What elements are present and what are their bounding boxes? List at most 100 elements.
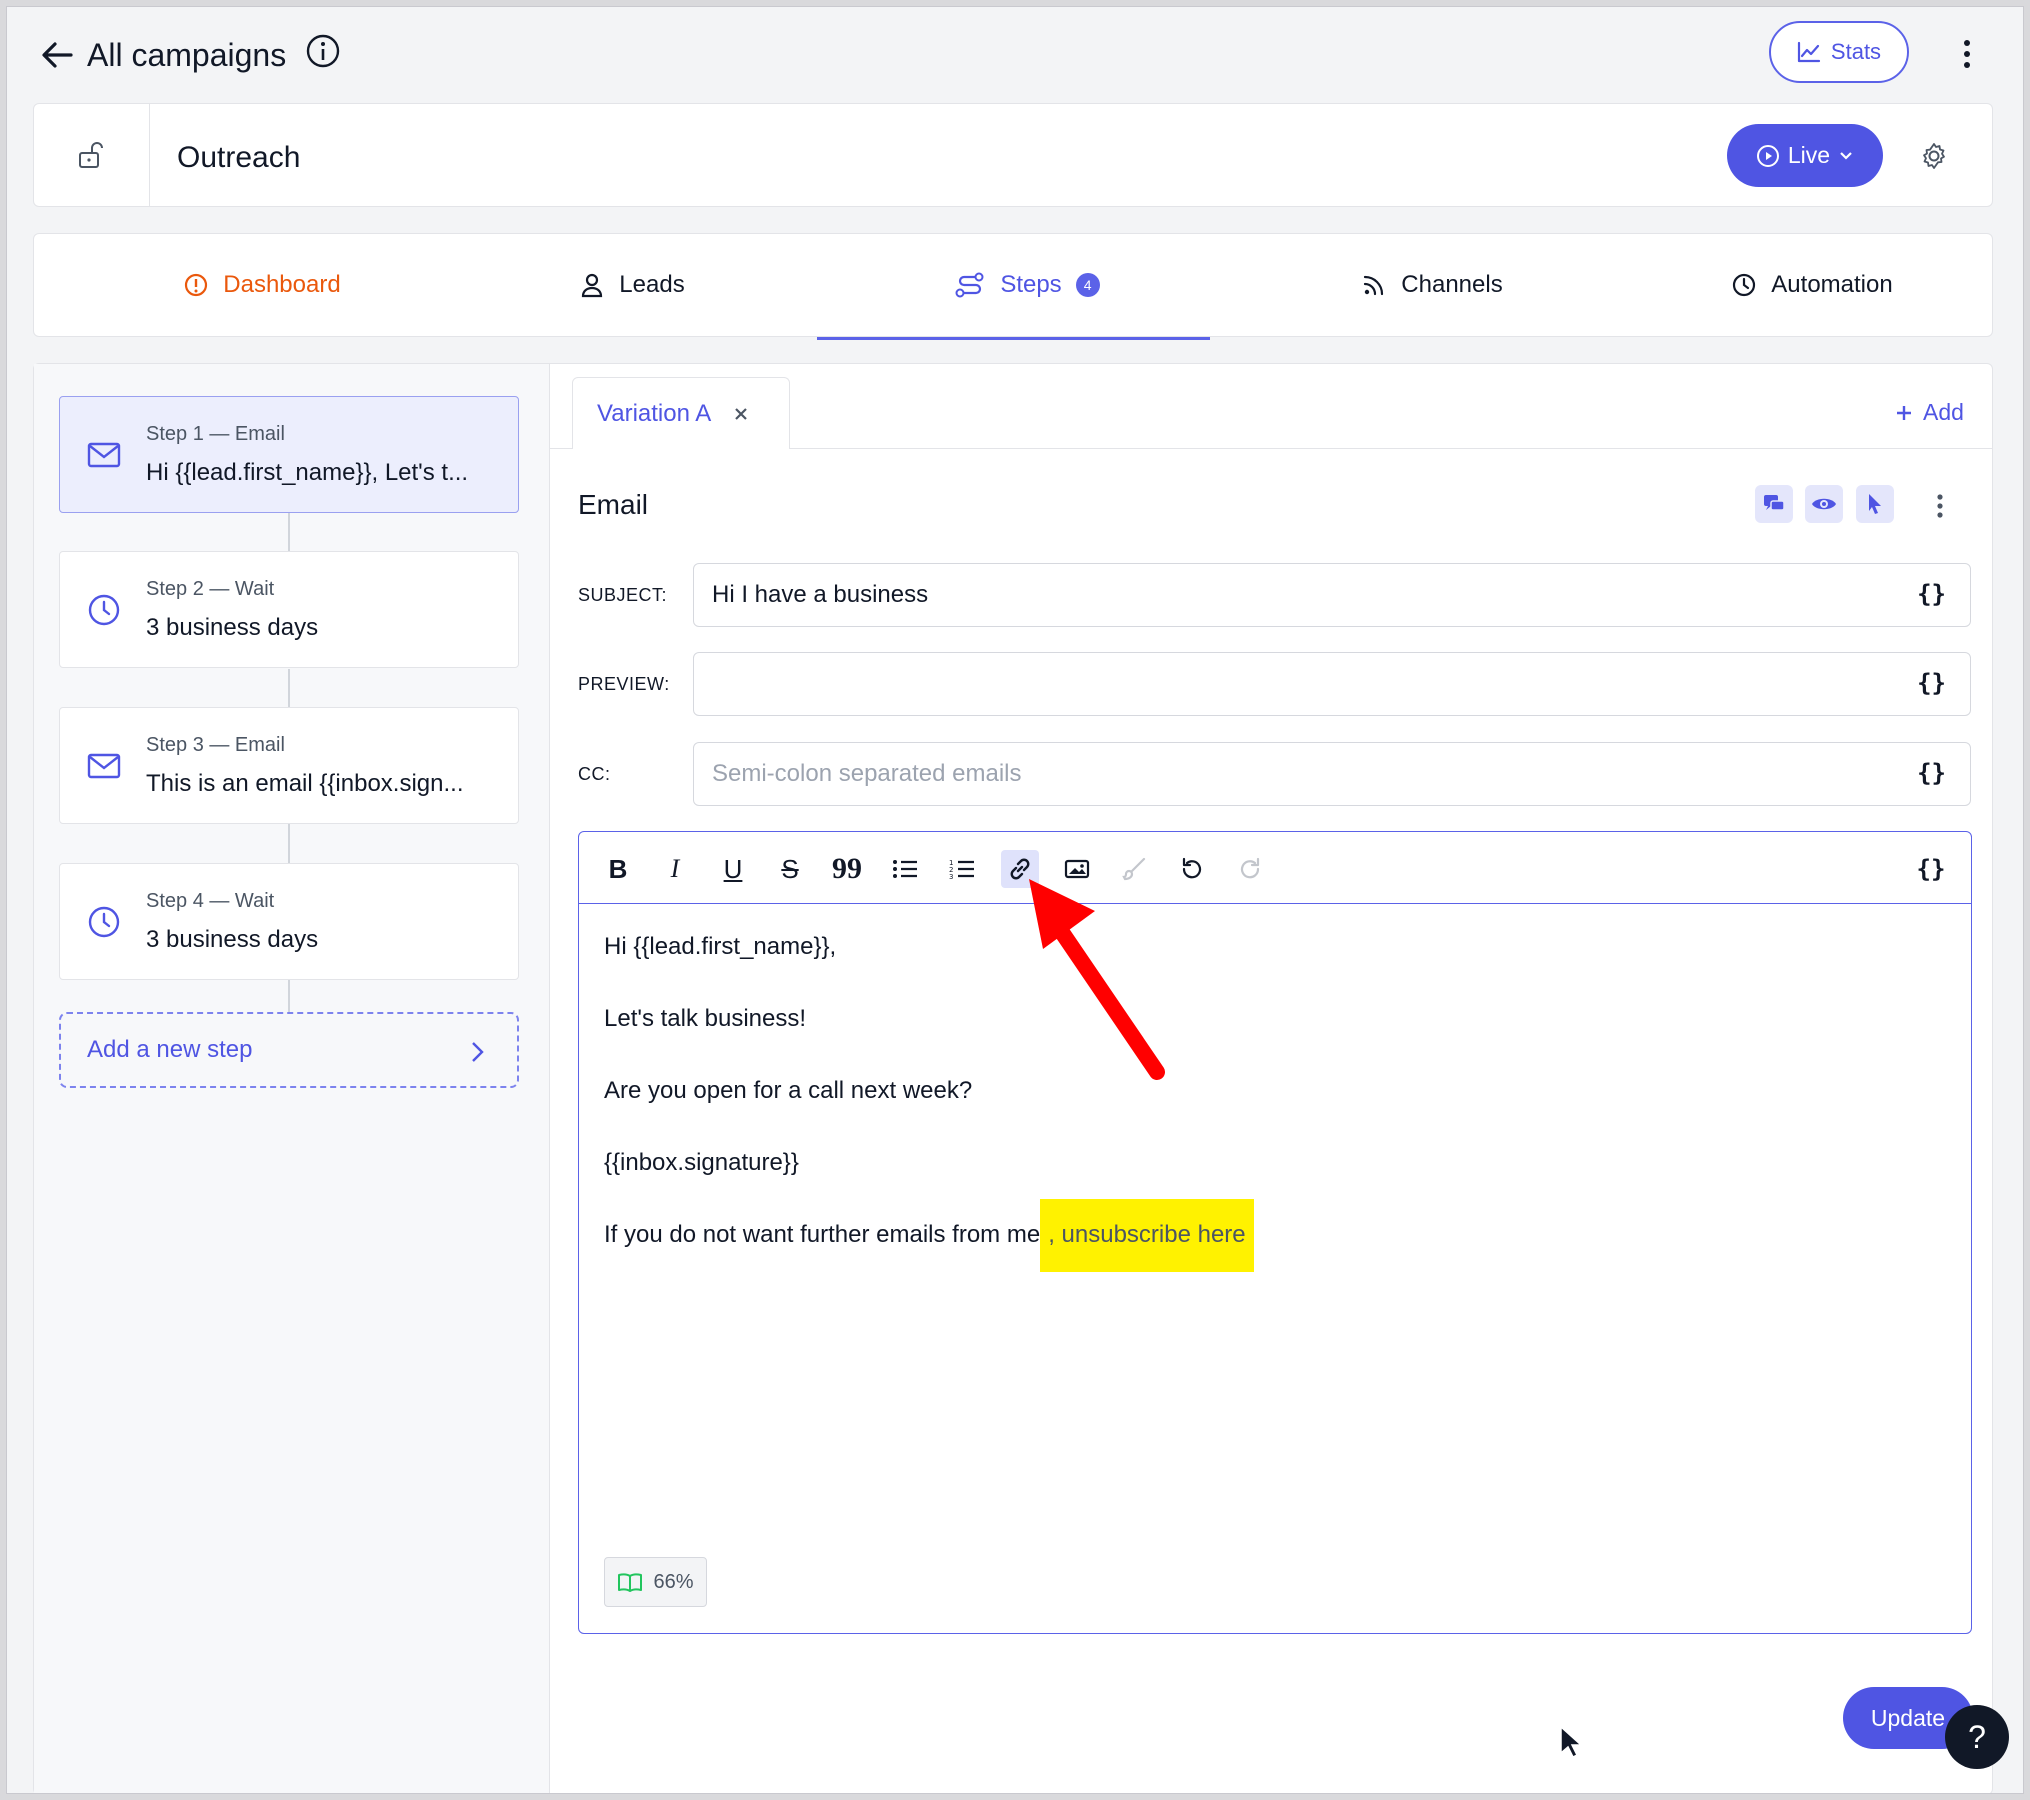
redo-button[interactable] xyxy=(1231,850,1269,888)
tab-leads-label: Leads xyxy=(619,271,685,298)
step-kicker: Step 3 — Email xyxy=(146,734,285,756)
info-icon[interactable] xyxy=(305,33,341,69)
step-kicker: Step 1 — Email xyxy=(146,423,285,445)
underline-button[interactable]: U xyxy=(714,850,752,888)
step-card-1[interactable]: Step 1 — Email Hi {{lead.first_name}}, L… xyxy=(59,396,519,513)
clock-icon xyxy=(88,594,120,626)
chat-toggle-button[interactable] xyxy=(1755,485,1793,523)
numbered-list-button[interactable]: 123 xyxy=(943,850,981,888)
annotation-arrow-icon xyxy=(1029,879,1165,1080)
variables-icon[interactable]: {} xyxy=(1917,759,1946,787)
live-status-button[interactable]: Live xyxy=(1727,124,1883,187)
close-icon[interactable] xyxy=(733,406,749,422)
clock-icon xyxy=(1733,273,1756,297)
tab-steps[interactable]: Steps 4 xyxy=(907,233,1147,337)
cc-label: CC: xyxy=(578,764,611,784)
subject-value: Hi I have a business xyxy=(712,581,929,608)
tab-leads[interactable]: Leads xyxy=(547,233,717,337)
step-summary: 3 business days xyxy=(146,614,319,641)
click-tracking-button[interactable] xyxy=(1856,485,1894,523)
editor-variables-icon[interactable]: {} xyxy=(1912,850,1950,888)
subject-input[interactable]: Hi I have a business {} xyxy=(693,563,1971,627)
chevron-down-icon xyxy=(1840,151,1852,160)
tab-dashboard-label: Dashboard xyxy=(223,271,341,298)
bold-button[interactable]: B xyxy=(599,850,637,888)
step-card-4[interactable]: Step 4 — Wait 3 business days xyxy=(59,863,519,980)
add-step-label: Add a new step xyxy=(87,1036,253,1063)
body-unsubscribe-line: If you do not want further emails from m… xyxy=(604,1199,1254,1272)
variation-label: Variation A xyxy=(597,399,712,427)
alert-circle-icon xyxy=(185,273,208,297)
variables-icon[interactable]: {} xyxy=(1917,669,1946,697)
more-vertical-icon[interactable] xyxy=(1957,37,1977,71)
tab-automation-label: Automation xyxy=(1771,271,1893,298)
body-signature: {{inbox.signature}} xyxy=(604,1149,799,1176)
mouse-cursor-icon xyxy=(1560,1725,1581,1759)
subject-label: SUBJECT: xyxy=(578,585,668,605)
body-greeting: Hi {{lead.first_name}}, xyxy=(604,933,837,960)
redo-icon xyxy=(1240,857,1260,879)
plus-icon xyxy=(1897,405,1911,420)
italic-button[interactable]: I xyxy=(656,850,694,888)
readability-score: 66% xyxy=(604,1557,707,1607)
campaign-header xyxy=(33,103,1993,207)
page-title: All campaigns xyxy=(87,37,287,73)
variables-icon[interactable]: {} xyxy=(1917,580,1946,608)
preview-toggle-button[interactable] xyxy=(1805,485,1843,523)
settings-gear-icon[interactable] xyxy=(1919,141,1949,171)
help-button[interactable]: ? xyxy=(1945,1705,2009,1769)
step-card-3[interactable]: Step 3 — Email This is an email {{inbox.… xyxy=(59,707,519,824)
step-connector xyxy=(288,980,290,1012)
highlighted-selection: , unsubscribe here xyxy=(1040,1199,1254,1272)
lock-toggle[interactable] xyxy=(33,103,150,207)
tab-channels[interactable]: Channels xyxy=(1327,233,1537,337)
campaign-name[interactable]: Outreach xyxy=(177,141,300,175)
clock-icon xyxy=(88,906,120,938)
stats-button[interactable]: Stats xyxy=(1769,21,1909,83)
add-variation-button[interactable]: Add xyxy=(1895,399,1964,426)
mail-icon xyxy=(87,442,121,468)
live-label: Live xyxy=(1787,142,1831,168)
active-tab-indicator xyxy=(817,337,1210,340)
cc-input[interactable]: Semi-colon separated emails {} xyxy=(693,742,1971,806)
more-vertical-icon[interactable] xyxy=(1933,491,1947,521)
comma: , xyxy=(1048,1221,1055,1248)
step-summary: This is an email {{inbox.sign... xyxy=(146,770,464,797)
step-summary: 3 business days xyxy=(146,926,319,953)
step-card-2[interactable]: Step 2 — Wait 3 business days xyxy=(59,551,519,668)
bullet-list-button[interactable] xyxy=(886,850,924,888)
chat-bubbles-icon xyxy=(1764,495,1785,511)
body-line: Let's talk business! xyxy=(604,1005,807,1032)
add-new-step-button[interactable]: Add a new step xyxy=(59,1012,519,1088)
step-summary: Hi {{lead.first_name}}, Let's t... xyxy=(146,459,469,486)
cc-placeholder: Semi-colon separated emails xyxy=(712,760,1022,787)
step-connector xyxy=(288,513,290,551)
steps-count-badge: 4 xyxy=(1075,273,1100,297)
mail-icon xyxy=(87,753,121,779)
body-line: Are you open for a call next week? xyxy=(604,1077,973,1104)
stats-label: Stats xyxy=(1830,39,1882,64)
bullet-list-icon xyxy=(893,860,917,878)
step-connector xyxy=(288,824,290,863)
add-variation-label: Add xyxy=(1923,399,1964,425)
step-kicker: Step 4 — Wait xyxy=(146,890,275,912)
unsubscribe-prefix: If you do not want further emails from m… xyxy=(604,1221,1041,1248)
email-section-title: Email xyxy=(578,489,649,520)
back-arrow-icon[interactable] xyxy=(37,35,77,75)
step-kicker: Step 2 — Wait xyxy=(146,578,275,600)
unsubscribe-link[interactable]: unsubscribe here xyxy=(1055,1221,1246,1248)
chart-line-icon xyxy=(1797,41,1821,63)
user-icon xyxy=(582,273,603,298)
preview-input[interactable]: {} xyxy=(693,652,1971,716)
unlock-icon xyxy=(79,142,103,168)
quote-button[interactable]: 99 xyxy=(828,850,866,888)
tab-dashboard[interactable]: Dashboard xyxy=(137,233,387,337)
rss-icon xyxy=(1364,275,1384,296)
strikethrough-button[interactable]: S xyxy=(771,850,809,888)
tab-variation-a[interactable]: Variation A xyxy=(572,377,790,449)
step-connector xyxy=(288,669,290,707)
route-icon xyxy=(955,272,984,298)
cursor-pointer-icon xyxy=(1869,494,1881,514)
tab-automation[interactable]: Automation xyxy=(1707,233,1917,337)
play-circle-icon xyxy=(1756,144,1779,167)
